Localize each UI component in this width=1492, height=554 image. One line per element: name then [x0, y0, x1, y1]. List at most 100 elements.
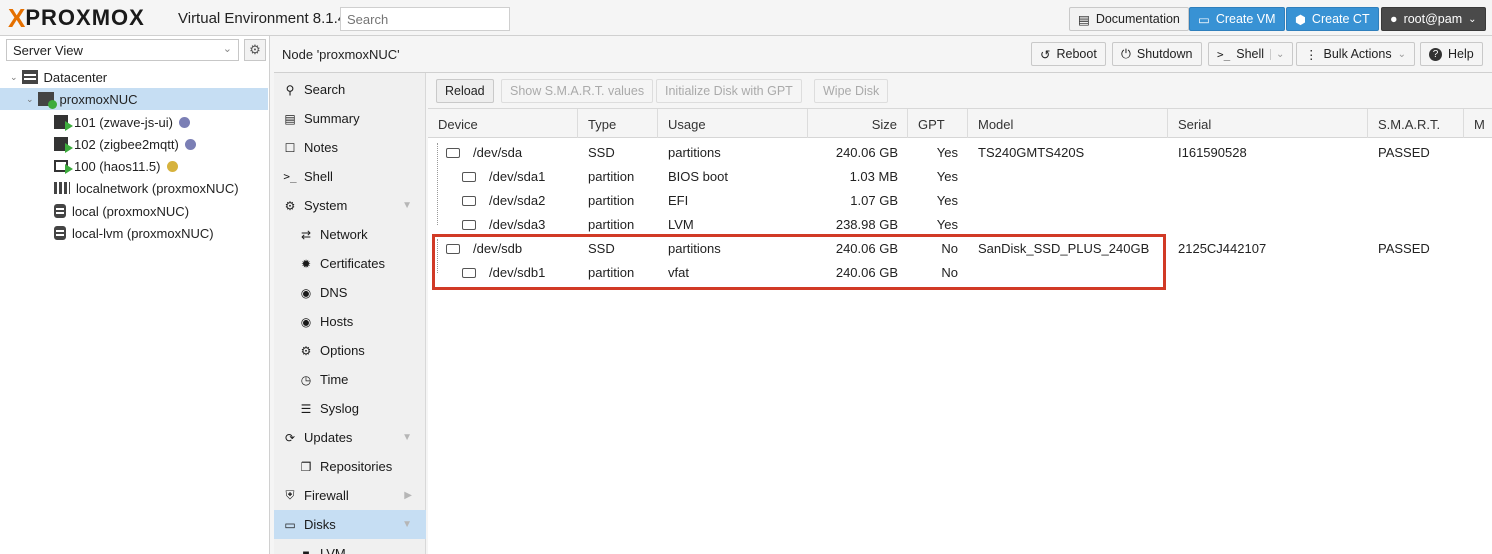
- node-nav-menu: ⚲ Search ▤ Summary ☐ Notes >_ Shell ⚙ System ▼…: [274, 73, 426, 554]
- user-menu-button[interactable]: ● root@pam ⌄: [1381, 7, 1486, 31]
- hdd-icon: ▭: [284, 517, 296, 532]
- cube-icon: ⬢: [1295, 12, 1306, 27]
- chevron-right-icon: ▶: [404, 490, 412, 501]
- table-row[interactable]: /dev/sda1 partition BIOS boot 1.03 MB Ye…: [428, 164, 1492, 188]
- network-grid-icon: [54, 182, 70, 194]
- storage-icon: [54, 226, 66, 240]
- storage-icon: [54, 204, 66, 218]
- bulk-actions-button[interactable]: ⋮ Bulk Actions ⌄: [1296, 42, 1415, 66]
- wipe-disk-button[interactable]: Wipe Disk: [814, 79, 889, 103]
- tree-item-storage-local[interactable]: local (proxmoxNUC): [0, 200, 268, 222]
- hdd-icon: [462, 172, 476, 182]
- col-model[interactable]: Model: [968, 109, 1168, 138]
- col-device[interactable]: Device: [428, 109, 578, 138]
- nav-notes[interactable]: ☐ Notes: [274, 133, 426, 162]
- disks-panel: Reload Show S.M.A.R.T. values Initialize…: [428, 73, 1492, 554]
- refresh-icon: ⟳: [284, 430, 296, 445]
- shutdown-button[interactable]: ⏻ Shutdown: [1112, 42, 1202, 66]
- nav-hosts[interactable]: ◉ Hosts: [274, 307, 426, 336]
- tree-item-ct-102[interactable]: 102 (zigbee2mqtt): [0, 133, 268, 155]
- tree-item-storage-local-lvm[interactable]: local-lvm (proxmoxNUC): [0, 222, 268, 244]
- nav-disks[interactable]: ▭ Disks ▼: [274, 510, 426, 539]
- col-size[interactable]: Size: [808, 109, 908, 138]
- shell-button[interactable]: >_ Shell ⌄: [1208, 42, 1294, 66]
- certificate-icon: ✹: [300, 256, 312, 271]
- search-input[interactable]: [340, 7, 510, 31]
- nav-shell[interactable]: >_ Shell: [274, 162, 426, 191]
- clock-icon: ◷: [300, 372, 312, 387]
- reboot-button[interactable]: ↺ Reboot: [1031, 42, 1106, 66]
- files-icon: ❐: [300, 459, 312, 474]
- nav-options[interactable]: ⚙ Options: [274, 336, 426, 365]
- shield-icon: ⛨: [285, 488, 295, 502]
- server-rack-icon: [21, 70, 38, 84]
- power-icon: ⏻: [1121, 46, 1131, 61]
- monitor-icon: ▭: [1198, 12, 1210, 27]
- tag-dot: [184, 138, 196, 150]
- ellipsis-vertical-icon: ⋮: [1305, 47, 1318, 62]
- col-gpt[interactable]: GPT: [908, 109, 968, 138]
- tag-dot: [166, 160, 178, 172]
- tree-item-vm-100[interactable]: 100 (haos11.5): [0, 155, 268, 177]
- col-smart[interactable]: S.M.A.R.T.: [1368, 109, 1464, 138]
- nav-search[interactable]: ⚲ Search: [274, 75, 426, 104]
- nav-dns[interactable]: ◉ DNS: [274, 278, 426, 307]
- disks-toolbar: Reload Show S.M.A.R.T. values Initialize…: [428, 73, 1492, 109]
- vm-running-icon: [54, 160, 73, 174]
- tree-item-ct-101[interactable]: 101 (zwave-js-ui): [0, 111, 268, 133]
- tree-item-datacenter[interactable]: ⌄ Datacenter: [0, 66, 268, 88]
- collapse-icon: ⌄: [26, 93, 34, 104]
- list-icon: ☰: [300, 401, 312, 416]
- table-row[interactable]: /dev/sda3 partition LVM 238.98 GB Yes: [428, 212, 1492, 236]
- nav-summary[interactable]: ▤ Summary: [274, 104, 426, 133]
- note-icon: ☐: [284, 140, 296, 155]
- chevron-down-icon: ⌄: [1468, 13, 1477, 25]
- nav-updates[interactable]: ⟳ Updates ▼: [274, 423, 426, 452]
- server-view-select[interactable]: Server View ⌄: [6, 39, 239, 61]
- book-icon: ▤: [284, 111, 296, 126]
- col-serial[interactable]: Serial: [1168, 109, 1368, 138]
- nav-lvm[interactable]: ■ LVM: [274, 539, 426, 554]
- globe-icon: ◉: [300, 314, 312, 329]
- tree-item-node[interactable]: ⌄ proxmoxNUC: [0, 88, 268, 110]
- show-smart-button[interactable]: Show S.M.A.R.T. values: [501, 79, 654, 103]
- nav-time[interactable]: ◷ Time: [274, 365, 426, 394]
- col-type[interactable]: Type: [578, 109, 658, 138]
- version-label: Virtual Environment 8.1.4: [178, 10, 347, 27]
- tree-item-localnetwork[interactable]: localnetwork (proxmoxNUC): [0, 177, 268, 199]
- node-header: Node 'proxmoxNUC' ↺ Reboot ⏻ Shutdown >_…: [274, 36, 1492, 73]
- nav-certificates[interactable]: ✹ Certificates: [274, 249, 426, 278]
- logo-x-mark: X: [8, 3, 26, 33]
- proxmox-logo[interactable]: X PROXMOX: [8, 3, 145, 33]
- col-mounted[interactable]: M: [1464, 109, 1492, 138]
- collapse-icon: ⌄: [10, 71, 18, 82]
- table-row[interactable]: /dev/sda SSD partitions 240.06 GB Yes TS…: [428, 140, 1492, 164]
- create-vm-button[interactable]: ▭ Create VM: [1189, 7, 1285, 31]
- nav-firewall[interactable]: ⛨ Firewall ▶: [274, 481, 426, 510]
- hdd-icon: [446, 148, 460, 158]
- terminal-icon: >_: [283, 170, 297, 183]
- top-bar: X PROXMOX Virtual Environment 8.1.4 ▤ Do…: [0, 0, 1492, 36]
- gear-icon: ⚙: [300, 343, 312, 358]
- help-button[interactable]: ? Help: [1420, 42, 1483, 66]
- table-row[interactable]: /dev/sda2 partition EFI 1.07 GB Yes: [428, 188, 1492, 212]
- user-icon: ●: [1390, 12, 1398, 26]
- init-gpt-button[interactable]: Initialize Disk with GPT: [656, 79, 802, 103]
- hdd-icon: [462, 196, 476, 206]
- create-ct-button[interactable]: ⬢ Create CT: [1286, 7, 1379, 31]
- col-usage[interactable]: Usage: [658, 109, 808, 138]
- gear-icon[interactable]: ⚙: [244, 39, 266, 61]
- globe-icon: ◉: [300, 285, 312, 300]
- container-running-icon: [54, 137, 73, 153]
- search-icon: ⚲: [285, 82, 295, 97]
- nav-network[interactable]: ⇄ Network: [274, 220, 426, 249]
- documentation-button[interactable]: ▤ Documentation: [1069, 7, 1189, 31]
- chevron-down-icon: ⌄: [1397, 48, 1406, 60]
- nav-repositories[interactable]: ❐ Repositories: [274, 452, 426, 481]
- nav-system[interactable]: ⚙ System ▼: [274, 191, 426, 220]
- nav-syslog[interactable]: ☰ Syslog: [274, 394, 426, 423]
- gears-icon: ⚙: [284, 198, 296, 213]
- reload-button[interactable]: Reload: [436, 79, 494, 103]
- chevron-down-icon: ▼: [402, 432, 412, 443]
- terminal-icon: >_: [1217, 47, 1231, 61]
